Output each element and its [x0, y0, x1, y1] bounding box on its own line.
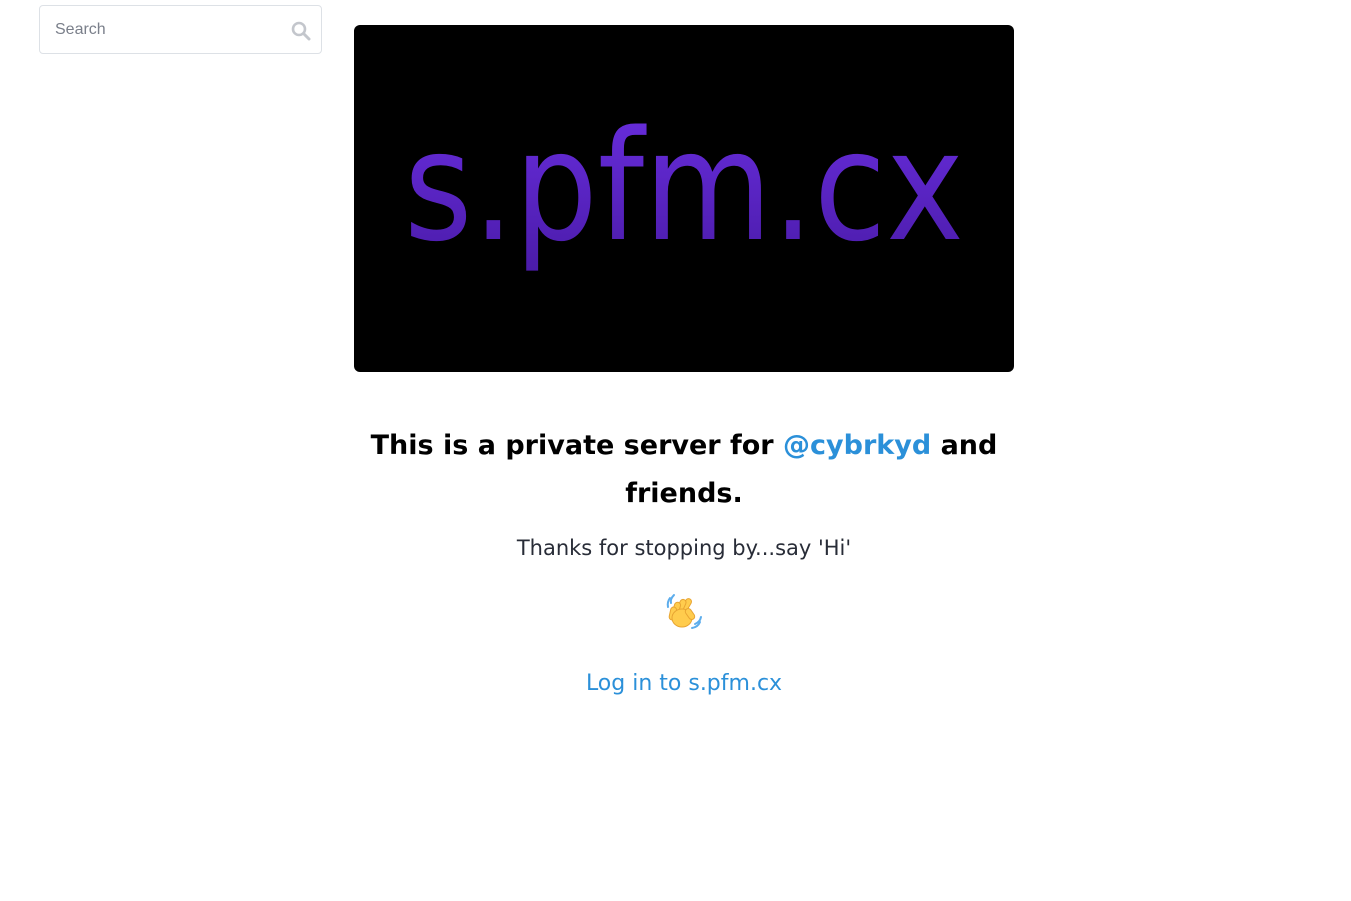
waving-hand-icon [664, 592, 704, 632]
mention-link[interactable]: @cybrkyd [783, 430, 931, 461]
welcome-headline: This is a private server for @cybrkyd an… [354, 422, 1014, 518]
tagline: Thanks for stopping by...say 'Hi' [516, 536, 852, 560]
headline-prefix: This is a private server for [370, 430, 784, 461]
server-banner: s.pfm.cx [354, 25, 1014, 372]
search-icon[interactable] [291, 21, 311, 41]
search-input[interactable] [40, 6, 280, 53]
login-link[interactable]: Log in to s.pfm.cx [354, 667, 1014, 701]
banner-logo-text: s.pfm.cx [404, 98, 964, 275]
search-box [39, 5, 322, 54]
